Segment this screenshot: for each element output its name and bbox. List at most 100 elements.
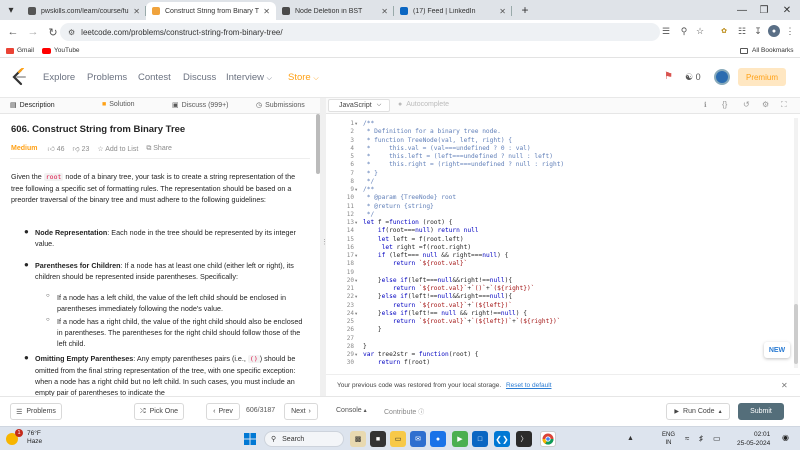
minimize-icon[interactable]: —	[735, 3, 749, 17]
extension-icon[interactable]: ✿	[718, 25, 730, 37]
mail-icon[interactable]: ✉	[410, 431, 426, 447]
prev-button[interactable]: ‹ Prev	[206, 403, 240, 420]
nav-interview[interactable]: Interview ⌵	[226, 72, 272, 83]
chrome-icon[interactable]	[540, 431, 556, 447]
clock[interactable]: 02:01 25-05-2024	[737, 430, 770, 448]
code-line[interactable]: * }	[363, 170, 378, 177]
browser-tab-node-deletion[interactable]: Node Deletion in BST ✕	[276, 2, 394, 20]
back-arrow-icon[interactable]: ←	[6, 25, 20, 39]
code-line[interactable]: * @param {TreeNode} root	[363, 194, 456, 201]
pick-one-button[interactable]: ⤮ Pick One	[134, 403, 184, 420]
close-tab-icon[interactable]: ✕	[499, 7, 506, 16]
download-icon[interactable]: ↧	[752, 25, 764, 37]
code-line[interactable]: return f(root)	[363, 359, 430, 366]
wifi-icon[interactable]: ≈	[685, 434, 689, 443]
browser-tab-linkedin[interactable]: (17) Feed | LinkedIn ✕	[394, 2, 512, 20]
code-line[interactable]: if (left=== null && right===null) {	[363, 252, 508, 259]
tab-description[interactable]: ▤ Description	[10, 101, 55, 110]
code-line[interactable]: if(root===null) return null	[363, 227, 479, 234]
windows-start-icon[interactable]	[242, 431, 258, 447]
code-line[interactable]: return `${root.val}`+`(${left})`	[363, 302, 512, 309]
like-button[interactable]: 👍︎ 46	[47, 144, 64, 153]
code-line[interactable]: }	[363, 343, 367, 350]
terminal-icon[interactable]: 〉	[516, 431, 532, 447]
braces-icon[interactable]: {}	[722, 100, 727, 109]
close-tab-icon[interactable]: ✕	[263, 7, 270, 16]
code-editor[interactable]: 1 ▾ 2 3 4 5 6 7 8 9 ▾ 10 11 12 13 ▾ 14 15 16 17 ▾ 18 19 20 ▾ 21 22…	[326, 114, 800, 374]
zoom-icon[interactable]: ⚲	[678, 25, 690, 37]
language-select[interactable]: JavaScript ⌵	[328, 99, 390, 112]
close-window-icon[interactable]: ✕	[780, 3, 794, 17]
close-tab-icon[interactable]: ✕	[133, 7, 140, 16]
info-icon[interactable]: ℹ	[704, 101, 707, 109]
weather-text[interactable]: 76°F Haze	[27, 430, 42, 446]
translate-icon[interactable]: ☰	[660, 25, 672, 37]
code-line[interactable]: }else if(left!==null&&right===null){	[363, 293, 512, 300]
browser-tab-pwskills[interactable]: pwskills.com/learn/course/full- ✕	[22, 2, 146, 20]
premium-button[interactable]: Premium	[738, 68, 786, 86]
console-toggle[interactable]: Console ▴	[336, 407, 367, 414]
app-icon[interactable]: ■	[370, 431, 386, 447]
close-icon[interactable]: ✕	[781, 381, 788, 390]
reset-icon[interactable]: ↺	[743, 100, 750, 109]
bookmark-star-icon[interactable]: ☆	[694, 25, 706, 37]
add-to-list-button[interactable]: ☆ Add to List	[97, 145, 138, 153]
code-line[interactable]: * function TreeNode(val, left, right) {	[363, 137, 512, 144]
nav-store[interactable]: Store ⌵	[288, 72, 319, 83]
code-line[interactable]: let left = f(root.left)	[363, 236, 464, 243]
code-line[interactable]: * this.val = (val===undefined ? 0 : val)	[363, 145, 531, 152]
reset-to-default-link[interactable]: Reset to default	[506, 382, 552, 389]
nav-explore[interactable]: Explore	[43, 72, 75, 83]
leetcode-logo-icon[interactable]	[10, 67, 28, 86]
code-line[interactable]: return `${root.val}`+`(${left})`+`(${rig…	[363, 318, 561, 325]
problems-button[interactable]: ☰ Problems	[10, 403, 62, 420]
next-button[interactable]: Next ›	[284, 403, 318, 420]
profile-avatar[interactable]: ●	[768, 25, 780, 37]
restore-window-icon[interactable]: ❐	[757, 3, 771, 17]
battery-icon[interactable]: ▭	[713, 434, 721, 443]
run-code-button[interactable]: ▶ Run Code ▴	[666, 403, 730, 420]
fold-chevron-icon[interactable]: ▾	[355, 294, 357, 300]
editor-scroll-thumb[interactable]	[794, 304, 798, 364]
code-line[interactable]: return `${root.val}`	[363, 260, 468, 267]
code-line[interactable]: var tree2str = function(root) {	[363, 351, 479, 358]
fold-chevron-icon[interactable]: ▾	[355, 121, 357, 127]
tab-discuss[interactable]: ▣ Discuss (999+)	[172, 101, 229, 110]
weather-widget[interactable]: 1	[6, 429, 23, 447]
fold-chevron-icon[interactable]: ▾	[355, 278, 357, 284]
notifications-icon[interactable]: ◉	[782, 433, 789, 442]
code-line[interactable]: * this.right = (right===undefined ? null…	[363, 161, 564, 168]
code-line[interactable]: let right =f(root.right)	[363, 244, 471, 251]
fold-chevron-icon[interactable]: ▾	[355, 253, 357, 259]
file-explorer-icon[interactable]: ▭	[390, 431, 406, 447]
site-info-icon[interactable]: ⚙	[68, 28, 75, 37]
code-line[interactable]: return `${root.val}`+`()`+`(${right})`	[363, 285, 535, 292]
vscode-icon[interactable]: ❮❯	[494, 431, 510, 447]
reload-icon[interactable]: ↻	[46, 25, 60, 39]
dislike-button[interactable]: 👎︎ 23	[73, 144, 90, 153]
taskbar-search[interactable]: ⚲ Search	[264, 431, 344, 447]
code-line[interactable]: /**	[363, 120, 374, 127]
browser-app-icon[interactable]: ●	[430, 431, 446, 447]
user-avatar[interactable]	[714, 69, 730, 85]
settings-gear-icon[interactable]: ⚙	[762, 100, 769, 109]
fold-chevron-icon[interactable]: ▾	[355, 220, 357, 226]
code-line[interactable]: * this.left = (left===undefined ? null :…	[363, 153, 553, 160]
app-blue-icon[interactable]: □	[472, 431, 488, 447]
contribute-button[interactable]: Contribute ⓘ	[384, 407, 424, 416]
code-line[interactable]: }else if(left===null&&right!==null){	[363, 277, 512, 284]
nav-discuss[interactable]: Discuss	[183, 72, 216, 83]
tray-chevron-icon[interactable]: ▲	[627, 435, 634, 442]
new-tab-button[interactable]: +	[518, 3, 532, 17]
forward-arrow-icon[interactable]: →	[26, 25, 40, 39]
code-line[interactable]: }	[363, 326, 382, 333]
bookmark-youtube[interactable]: YouTube	[42, 47, 80, 54]
fold-chevron-icon[interactable]: ▾	[355, 311, 357, 317]
language-indicator[interactable]: ENG IN	[662, 431, 675, 447]
tab-submissions[interactable]: ◷ Submissions	[256, 101, 305, 110]
nav-problems[interactable]: Problems	[87, 72, 127, 83]
task-view-icon[interactable]: ▩	[350, 431, 366, 447]
code-line[interactable]: }else if(left!== null && right!==null) {	[363, 310, 527, 317]
autocomplete-toggle[interactable]: ● Autocomplete	[398, 101, 449, 108]
app-green-icon[interactable]: ▶	[452, 431, 468, 447]
